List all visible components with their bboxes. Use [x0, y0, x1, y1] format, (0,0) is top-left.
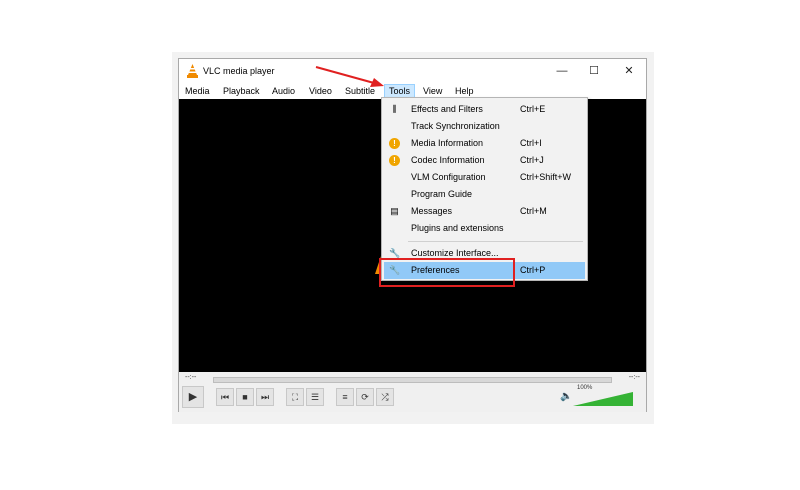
menu-item-vlm-configuration[interactable]: VLM Configuration Ctrl+Shift+W — [384, 169, 585, 186]
menu-audio[interactable]: Audio — [268, 84, 299, 98]
close-button[interactable]: ✕ — [619, 63, 639, 79]
menu-item-plugins-and-extensions[interactable]: Plugins and extensions — [384, 220, 585, 237]
menu-item-effects-and-filters[interactable]: ⫼ Effects and Filters Ctrl+E — [384, 101, 585, 118]
menu-item-label: Codec Information — [411, 155, 485, 165]
shuffle-button[interactable]: ⤮ — [376, 388, 394, 406]
maximize-button[interactable]: ☐ — [584, 63, 604, 79]
volume-slider[interactable] — [573, 392, 633, 406]
previous-icon: ⏮ — [220, 392, 230, 402]
window-title: VLC media player — [203, 66, 275, 76]
info-icon: ! — [389, 155, 400, 166]
menu-item-shortcut: Ctrl+Shift+W — [520, 172, 572, 182]
vlc-cone-icon — [187, 64, 198, 78]
fullscreen-icon: ⛶ — [291, 392, 299, 402]
previous-button[interactable]: ⏮ — [216, 388, 234, 406]
volume-percent: 100% — [577, 385, 593, 391]
menu-item-codec-information[interactable]: ! Codec Information Ctrl+J — [384, 152, 585, 169]
menu-item-media-information[interactable]: ! Media Information Ctrl+I — [384, 135, 585, 152]
next-icon: ⏭ — [260, 392, 270, 402]
menu-item-label: Plugins and extensions — [411, 223, 504, 233]
menu-item-shortcut: Ctrl+I — [520, 138, 542, 148]
equalizer-icon: ☰ — [310, 392, 320, 402]
title-bar: VLC media player — ☐ ✕ — [179, 59, 646, 83]
menu-item-program-guide[interactable]: Program Guide — [384, 186, 585, 203]
minimize-button[interactable]: — — [552, 63, 572, 79]
menu-item-shortcut: Ctrl+E — [520, 104, 546, 114]
shuffle-icon: ⤮ — [381, 392, 389, 402]
menu-video[interactable]: Video — [305, 84, 336, 98]
stop-button[interactable]: ■ — [236, 388, 254, 406]
extended-settings-button[interactable]: ☰ — [306, 388, 324, 406]
elapsed-time: --:-- — [185, 374, 197, 381]
menu-item-label: Customize Interface... — [411, 248, 499, 258]
loop-icon: ⟳ — [361, 392, 369, 402]
menu-view[interactable]: View — [419, 84, 446, 98]
tools-menu: ⫼ Effects and Filters Ctrl+E Track Synch… — [381, 97, 588, 281]
menu-item-track-synchronization[interactable]: Track Synchronization — [384, 118, 585, 135]
playback-controls: --:-- --:-- ▶ ⏮ ■ ⏭ ⛶ ☰ ≡ ⟳ ⤮ 🔈 100% — [179, 372, 646, 412]
menu-item-label: Program Guide — [411, 189, 473, 199]
playlist-button[interactable]: ≡ — [336, 388, 354, 406]
menu-item-label: Messages — [411, 206, 453, 216]
fullscreen-button[interactable]: ⛶ — [286, 388, 304, 406]
menu-help[interactable]: Help — [451, 84, 478, 98]
menu-item-label: Media Information — [411, 138, 484, 148]
menu-item-messages[interactable]: ▤ Messages Ctrl+M — [384, 203, 585, 220]
menu-item-shortcut: Ctrl+J — [520, 155, 544, 165]
stop-icon: ■ — [242, 392, 248, 402]
menu-media[interactable]: Media — [181, 84, 214, 98]
menu-separator — [408, 241, 583, 242]
menu-item-shortcut: Ctrl+P — [520, 265, 546, 275]
menu-tools[interactable]: Tools — [384, 84, 416, 98]
play-button[interactable]: ▶ — [182, 386, 204, 408]
menu-item-shortcut: Ctrl+M — [520, 206, 547, 216]
equalizer-icon: ⫼ — [392, 104, 397, 114]
total-time: --:-- — [628, 374, 640, 381]
menu-playback[interactable]: Playback — [219, 84, 264, 98]
messages-icon: ▤ — [390, 206, 399, 216]
menu-item-label: VLM Configuration — [411, 172, 486, 182]
seek-bar[interactable] — [213, 377, 612, 383]
menu-item-label: Track Synchronization — [411, 121, 500, 131]
playlist-icon: ≡ — [342, 392, 348, 402]
info-icon: ! — [389, 138, 400, 149]
play-icon: ▶ — [188, 391, 198, 403]
next-button[interactable]: ⏭ — [256, 388, 274, 406]
menu-item-label: Effects and Filters — [411, 104, 483, 114]
menu-subtitle[interactable]: Subtitle — [341, 84, 379, 98]
speaker-icon[interactable]: 🔈 — [560, 391, 572, 402]
loop-button[interactable]: ⟳ — [356, 388, 374, 406]
preferences-highlight-box — [379, 258, 515, 287]
